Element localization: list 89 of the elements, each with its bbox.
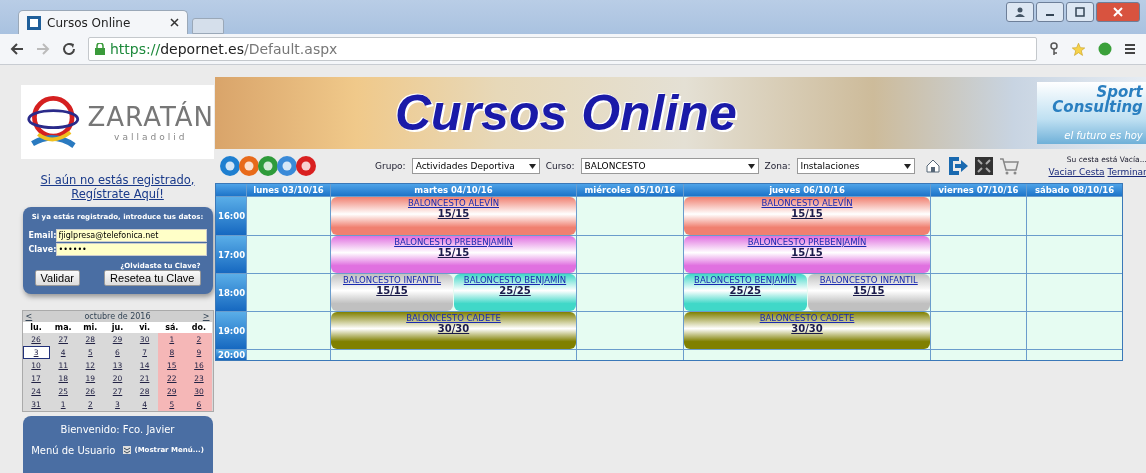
weekday-label: do. bbox=[185, 321, 213, 333]
time-label: 17:00 bbox=[216, 236, 246, 273]
logout-arrow-icon[interactable] bbox=[946, 155, 969, 177]
column-header: jueves 06/10/16 bbox=[684, 184, 930, 196]
course-link[interactable]: BALONCESTO INFANTIL bbox=[343, 275, 441, 285]
key-icon[interactable] bbox=[1049, 42, 1059, 56]
course-link[interactable]: BALONCESTO BENJAMÍN bbox=[463, 275, 567, 285]
calendar-title: octubre de 2016 bbox=[84, 311, 151, 321]
filter-label: Curso: bbox=[545, 161, 575, 171]
user-menu-label: Menú de Usuario bbox=[31, 444, 116, 456]
weekday-label: vi. bbox=[131, 321, 159, 333]
maximize-icon bbox=[1075, 7, 1085, 17]
user-icon bbox=[1015, 7, 1025, 17]
weekday-label: sá. bbox=[158, 321, 186, 333]
course-capacity[interactable]: 15/15 bbox=[376, 285, 408, 296]
weekday-label: ju. bbox=[103, 321, 132, 333]
filter-label: Zona: bbox=[764, 161, 791, 171]
course-capacity[interactable]: 30/30 bbox=[437, 323, 470, 334]
register-link[interactable]: Si aún no estás registrado, Regístrate Aquí! bbox=[32, 172, 203, 201]
column-header: miércoles 05/10/16 bbox=[577, 184, 683, 196]
course-link[interactable]: BALONCESTO PREBENJAMÍN bbox=[394, 237, 513, 247]
logo-name: ZARATÁN bbox=[87, 101, 214, 132]
weekday-label: ma. bbox=[49, 321, 77, 333]
column-header: lunes 03/10/16 bbox=[247, 184, 330, 196]
course-link[interactable]: BALONCESTO PREBENJAMÍN bbox=[747, 237, 867, 247]
dropdown[interactable]: Actividades Deportiva bbox=[411, 158, 540, 174]
input-field[interactable]: •••••• bbox=[55, 242, 207, 256]
expand-icon[interactable] bbox=[974, 157, 993, 175]
minimize-icon bbox=[1046, 14, 1054, 16]
header-corner bbox=[216, 184, 246, 196]
star-icon[interactable] bbox=[1071, 41, 1086, 57]
time-label: 20:00 bbox=[216, 350, 246, 360]
course-link[interactable]: BALONCESTO ALEVÍN bbox=[761, 198, 853, 208]
address-bar[interactable]: https://depornet.es/Default.aspx bbox=[88, 37, 1037, 61]
minimize-button[interactable] bbox=[1036, 2, 1064, 22]
course-link[interactable]: BALONCESTO CADETE bbox=[759, 313, 855, 323]
column-header: martes 04/10/16 bbox=[331, 184, 576, 196]
cart-link[interactable]: Vaciar Cesta bbox=[1048, 167, 1105, 177]
back-icon[interactable] bbox=[10, 42, 24, 56]
course-link[interactable]: BALONCESTO INFANTIL bbox=[819, 275, 918, 285]
cart-link[interactable]: Terminar bbox=[1107, 167, 1146, 177]
time-label: 18:00 bbox=[216, 274, 246, 311]
logo-subtitle: valladolid bbox=[114, 131, 188, 142]
course-capacity[interactable]: 15/15 bbox=[853, 285, 885, 296]
dropdown[interactable]: Instalaciones bbox=[796, 158, 915, 174]
browser-tab[interactable]: Cursos Online bbox=[18, 10, 188, 34]
cart-icon[interactable] bbox=[998, 157, 1019, 175]
course-capacity[interactable]: 25/25 bbox=[729, 285, 761, 296]
column-header: viernes 07/10/16 bbox=[931, 184, 1026, 196]
input-field[interactable]: fjiglpresa@telefonica.net bbox=[55, 228, 207, 242]
next-month-link[interactable]: > bbox=[202, 311, 210, 321]
validate-button[interactable]: Validar bbox=[34, 269, 80, 286]
filter-label: Grupo: bbox=[375, 161, 406, 171]
banner-title: Cursos Online bbox=[395, 84, 737, 142]
column-header: sábado 08/10/16 bbox=[1027, 184, 1122, 196]
weekday-label: lu. bbox=[22, 321, 50, 333]
caret-icon bbox=[528, 163, 536, 169]
close-window-button[interactable] bbox=[1096, 2, 1140, 22]
reload-icon[interactable] bbox=[62, 42, 76, 56]
caret-icon bbox=[747, 163, 755, 169]
course-capacity[interactable]: 15/15 bbox=[437, 247, 470, 258]
course-capacity[interactable]: 25/25 bbox=[499, 285, 531, 296]
caret-icon bbox=[903, 163, 911, 169]
course-capacity[interactable]: 15/15 bbox=[791, 247, 823, 258]
home-icon[interactable] bbox=[924, 158, 941, 174]
course-link[interactable]: BALONCESTO BENJAMÍN bbox=[694, 275, 797, 285]
prev-month-link[interactable]: < bbox=[25, 311, 33, 321]
close-icon bbox=[1113, 7, 1123, 17]
course-capacity[interactable]: 30/30 bbox=[791, 323, 823, 334]
menu-icon[interactable] bbox=[1124, 43, 1136, 55]
brand-slogan: el futuro es hoy bbox=[1064, 130, 1143, 141]
weekday-label: mi. bbox=[76, 321, 104, 333]
time-label: 19:00 bbox=[216, 312, 246, 349]
url-text: https://depornet.es/Default.aspx bbox=[110, 41, 338, 57]
dropdown[interactable]: BALONCESTO bbox=[580, 158, 759, 174]
close-icon[interactable] bbox=[170, 18, 179, 27]
lock-icon bbox=[95, 43, 105, 55]
reset-password-button[interactable]: Resetea tu Clave bbox=[104, 269, 201, 286]
maximize-button[interactable] bbox=[1066, 2, 1094, 22]
course-capacity[interactable]: 15/15 bbox=[437, 208, 470, 219]
brand-name: Sport Consulting bbox=[1051, 85, 1143, 115]
welcome-text: Bienvenido: Fco. Javier bbox=[60, 423, 175, 435]
course-capacity[interactable]: 15/15 bbox=[791, 208, 823, 219]
course-link[interactable]: BALONCESTO ALEVÍN bbox=[408, 198, 499, 208]
user-button[interactable] bbox=[1006, 2, 1034, 22]
time-label: 16:00 bbox=[216, 197, 246, 235]
chevrons-down-icon bbox=[123, 446, 132, 455]
course-link[interactable]: BALONCESTO CADETE bbox=[406, 313, 501, 323]
site-favicon-icon bbox=[27, 15, 41, 30]
